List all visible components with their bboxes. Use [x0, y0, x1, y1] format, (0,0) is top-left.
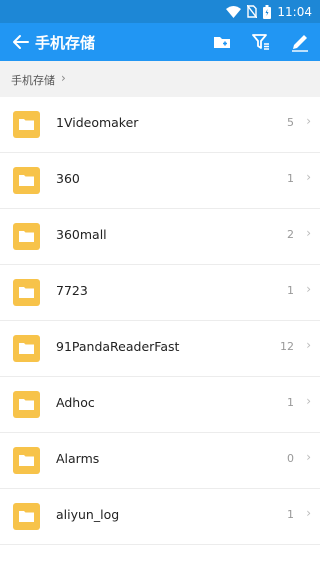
folder-name: 7723 [56, 283, 88, 298]
folder-icon [13, 279, 40, 306]
status-bar: 11:04 [0, 0, 320, 23]
folder-name: Alarms [56, 451, 100, 466]
folder-name: 360mall [56, 227, 107, 242]
folder-row[interactable]: Adhoc 1 › [0, 377, 320, 433]
folder-name: 360 [56, 171, 80, 186]
chevron-right-icon: › [306, 506, 311, 520]
new-folder-icon[interactable] [211, 31, 233, 53]
chevron-right-icon: › [306, 114, 311, 128]
chevron-right-icon: › [306, 450, 311, 464]
folder-icon [13, 503, 40, 530]
breadcrumb-separator: › [61, 71, 66, 85]
breadcrumb: 手机存储 › [0, 61, 320, 97]
folder-row[interactable]: 7723 1 › [0, 265, 320, 321]
folder-name: 1Videomaker [56, 115, 139, 130]
folder-list: 1Videomaker 5 › 360 1 › 360mall 2 › 7723 1 › 91Panda… [0, 97, 320, 545]
status-time: 11:04 [277, 4, 312, 19]
folder-name: Adhoc [56, 395, 95, 410]
chevron-right-icon: › [306, 394, 311, 408]
folder-row[interactable]: 1Videomaker 5 › [0, 97, 320, 153]
folder-icon [13, 447, 40, 474]
chevron-right-icon: › [306, 170, 311, 184]
folder-row[interactable]: aliyun_log 1 › [0, 489, 320, 545]
battery-icon [263, 4, 272, 19]
filter-icon[interactable] [250, 31, 272, 53]
page-title: 手机存储 [35, 34, 96, 52]
app-bar: 手机存储 [0, 23, 320, 61]
folder-row[interactable]: Alarms 0 › [0, 433, 320, 489]
folder-icon [13, 391, 40, 418]
folder-item-count: 1 [287, 172, 294, 185]
folder-row[interactable]: 360mall 2 › [0, 209, 320, 265]
folder-item-count: 1 [287, 396, 294, 409]
folder-row[interactable]: 91PandaReaderFast 12 › [0, 321, 320, 377]
folder-icon [13, 223, 40, 250]
folder-item-count: 2 [287, 228, 294, 241]
folder-item-count: 0 [287, 452, 294, 465]
chevron-right-icon: › [306, 282, 311, 296]
back-arrow-icon[interactable] [10, 31, 32, 53]
chevron-right-icon: › [306, 226, 311, 240]
edit-icon[interactable] [289, 31, 311, 53]
no-sim-icon [247, 5, 258, 18]
folder-icon [13, 111, 40, 138]
folder-row[interactable]: 360 1 › [0, 153, 320, 209]
breadcrumb-item[interactable]: 手机存储 [11, 72, 55, 88]
folder-icon [13, 335, 40, 362]
folder-item-count: 12 [280, 340, 294, 353]
folder-item-count: 5 [287, 116, 294, 129]
folder-name: 91PandaReaderFast [56, 339, 180, 354]
folder-icon [13, 167, 40, 194]
folder-item-count: 1 [287, 284, 294, 297]
wifi-icon [226, 5, 242, 18]
chevron-right-icon: › [306, 338, 311, 352]
folder-name: aliyun_log [56, 507, 120, 522]
folder-item-count: 1 [287, 508, 294, 521]
status-icons: 11:04 [226, 0, 312, 23]
